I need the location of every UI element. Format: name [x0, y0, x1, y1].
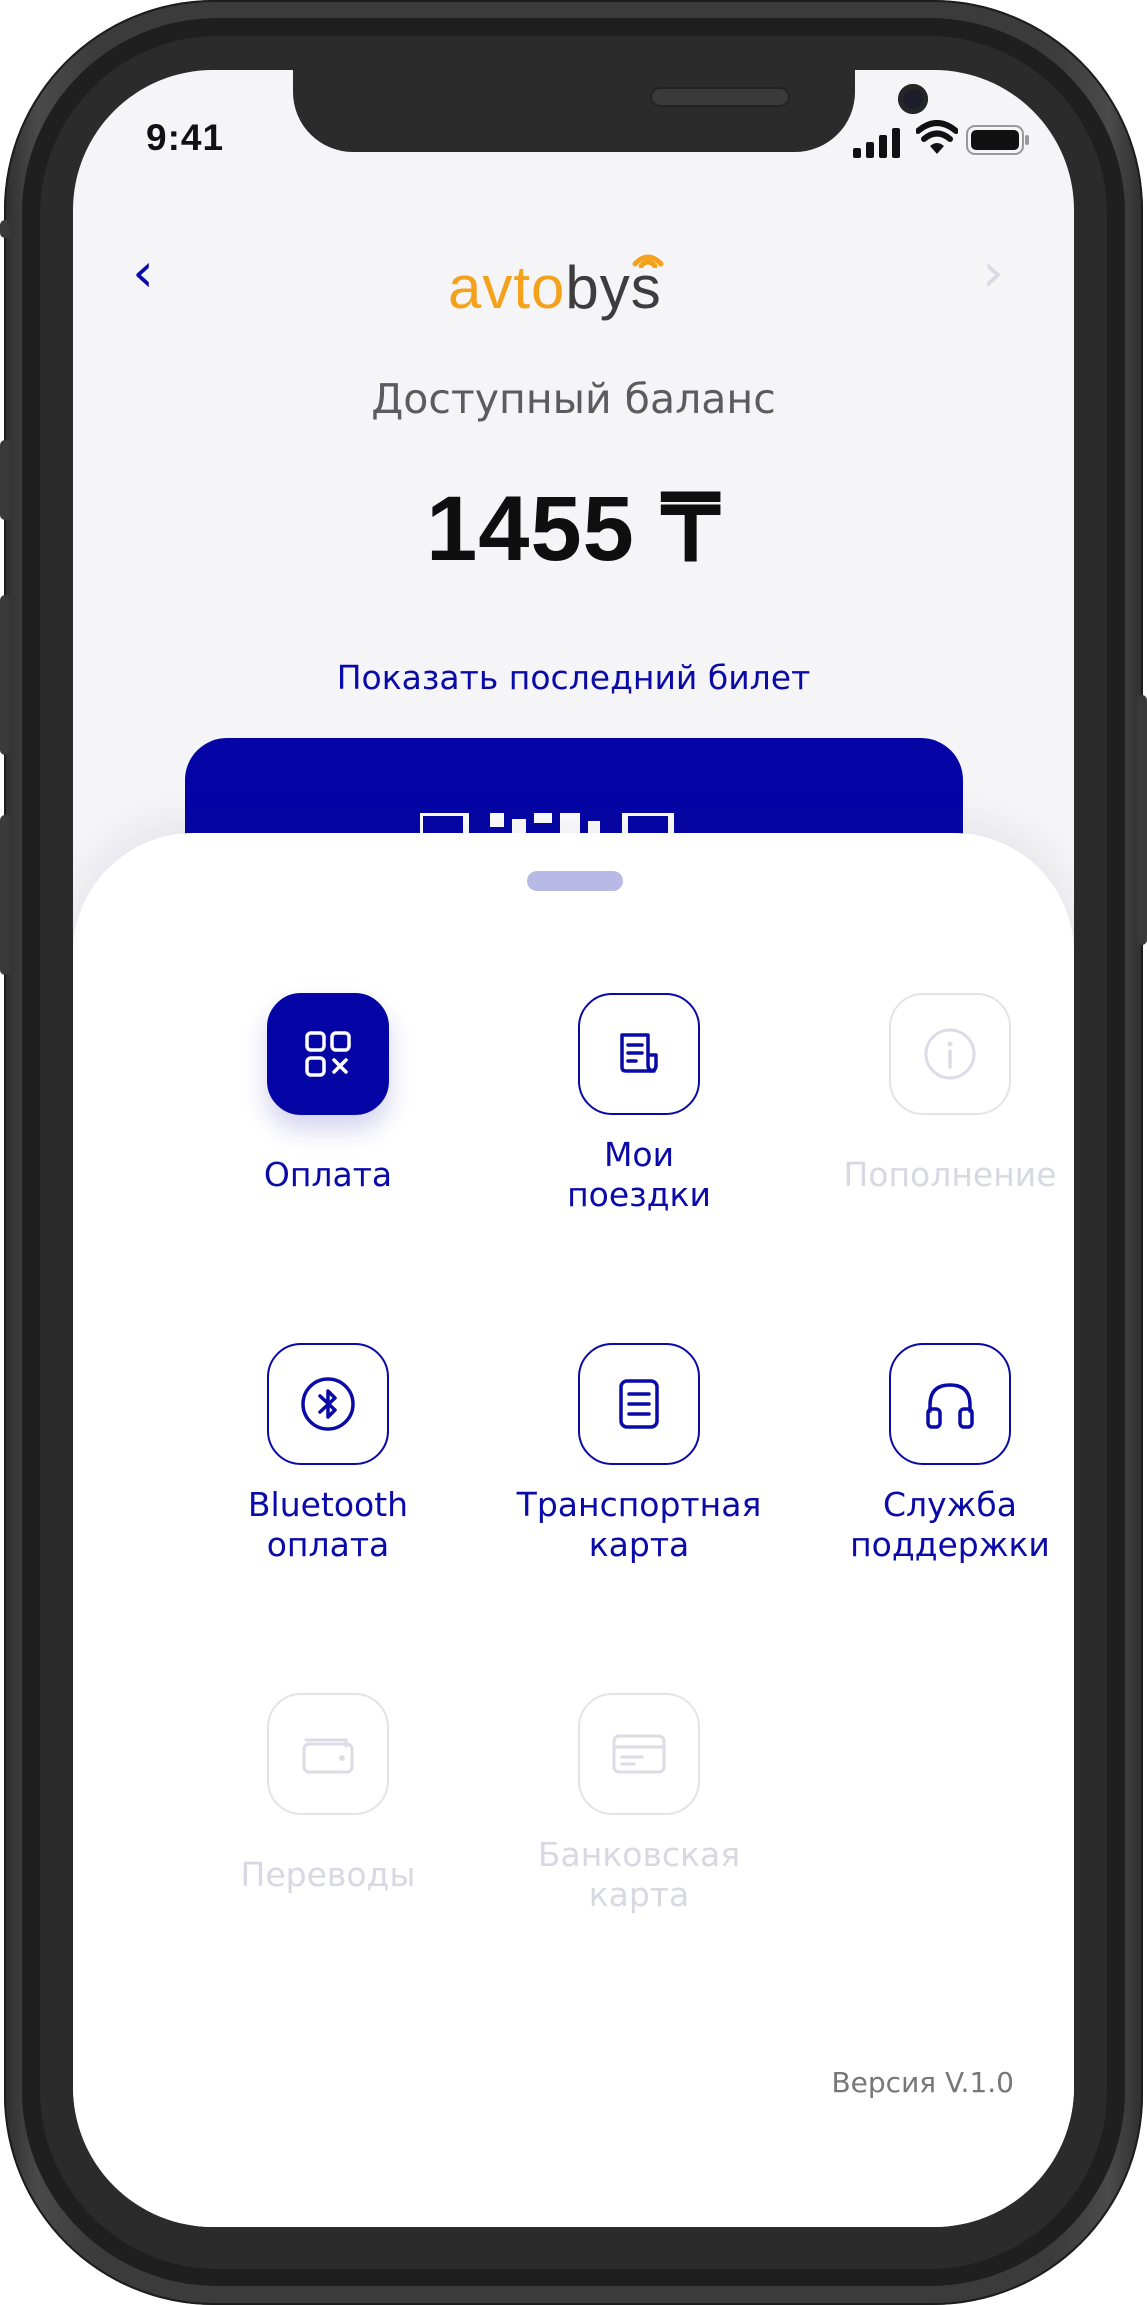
menu-item-payment[interactable]: Оплата	[198, 993, 458, 1195]
menu-item-transfers: Переводы	[198, 1693, 458, 1895]
notch	[293, 70, 928, 152]
my-trips-icon-box[interactable]	[578, 993, 700, 1115]
menu-label-support: Служба поддержки	[850, 1485, 1050, 1564]
cellular-signal-icon	[853, 128, 900, 158]
menu-label-transport-card: Транспортная карта	[516, 1485, 762, 1564]
qr-code-icon	[305, 1031, 351, 1077]
card-document-icon	[619, 1379, 659, 1429]
menu-label-bluetooth-payment: Bluetooth оплата	[247, 1485, 409, 1564]
balance-label: Доступный баланс	[371, 375, 776, 423]
menu-item-transport-card[interactable]: Транспортная карта	[509, 1343, 769, 1565]
menu-item-bank-card: Банковская карта	[509, 1693, 769, 1915]
volume-down-button	[0, 595, 10, 755]
bank-card-icon-box	[578, 1693, 700, 1815]
show-last-ticket-link[interactable]: Показать последний билет	[73, 658, 1074, 697]
logo-part-orange: avto	[448, 254, 566, 321]
support-icon-box[interactable]	[889, 1343, 1011, 1465]
payment-icon-box[interactable]	[267, 993, 389, 1115]
menu-label-my-trips: Мои поездки	[567, 1135, 711, 1214]
app-screen: 9:41 ‹ › avtobys Доступный баланс 1455 ₸…	[73, 70, 1074, 2227]
menu-item-support[interactable]: Служба поддержки	[820, 1343, 1074, 1565]
side-button-top	[0, 220, 10, 238]
wifi-icon	[916, 120, 958, 154]
menu-label-transfers: Переводы	[240, 1855, 416, 1894]
speaker-grille	[650, 87, 790, 107]
menu-item-bluetooth-payment[interactable]: Bluetooth оплата	[198, 1343, 458, 1565]
menu-label-top-up: Пополнение	[843, 1155, 1057, 1194]
wallet-icon	[302, 1738, 354, 1774]
front-camera	[898, 84, 928, 114]
status-time: 9:41	[146, 117, 225, 158]
menu-item-top-up: Пополнение	[820, 993, 1074, 1195]
transport-card-icon-box[interactable]	[578, 1343, 700, 1465]
credit-card-icon	[612, 1734, 666, 1774]
menu-item-my-trips[interactable]: Мои поездки	[509, 993, 769, 1215]
mute-switch	[0, 815, 10, 975]
actions-bottom-sheet: Оплата Мои поездки Пополнение Bluetooth …	[73, 833, 1074, 2227]
power-button	[1137, 695, 1147, 945]
battery-icon	[966, 125, 1029, 155]
bluetooth-icon-box[interactable]	[267, 1343, 389, 1465]
transfers-icon-box	[267, 1693, 389, 1815]
document-icon	[620, 1033, 658, 1073]
sheet-drag-handle[interactable]	[527, 871, 623, 891]
balance-amount: 1455 ₸	[426, 478, 721, 580]
menu-label-bank-card: Банковская карта	[537, 1835, 741, 1914]
avtobys-logo: avtobys	[448, 248, 738, 328]
info-icon	[924, 1028, 976, 1080]
top-up-icon-box	[889, 993, 1011, 1115]
menu-label-payment: Оплата	[263, 1155, 393, 1194]
headphones-icon	[926, 1383, 974, 1429]
forward-button[interactable]: ›	[948, 243, 1038, 313]
back-button[interactable]: ‹	[73, 243, 213, 313]
logo-signal-mark	[632, 254, 664, 268]
app-version: Версия V.1.0	[831, 2066, 1014, 2099]
volume-up-button	[0, 440, 10, 520]
bluetooth-icon	[301, 1377, 355, 1431]
